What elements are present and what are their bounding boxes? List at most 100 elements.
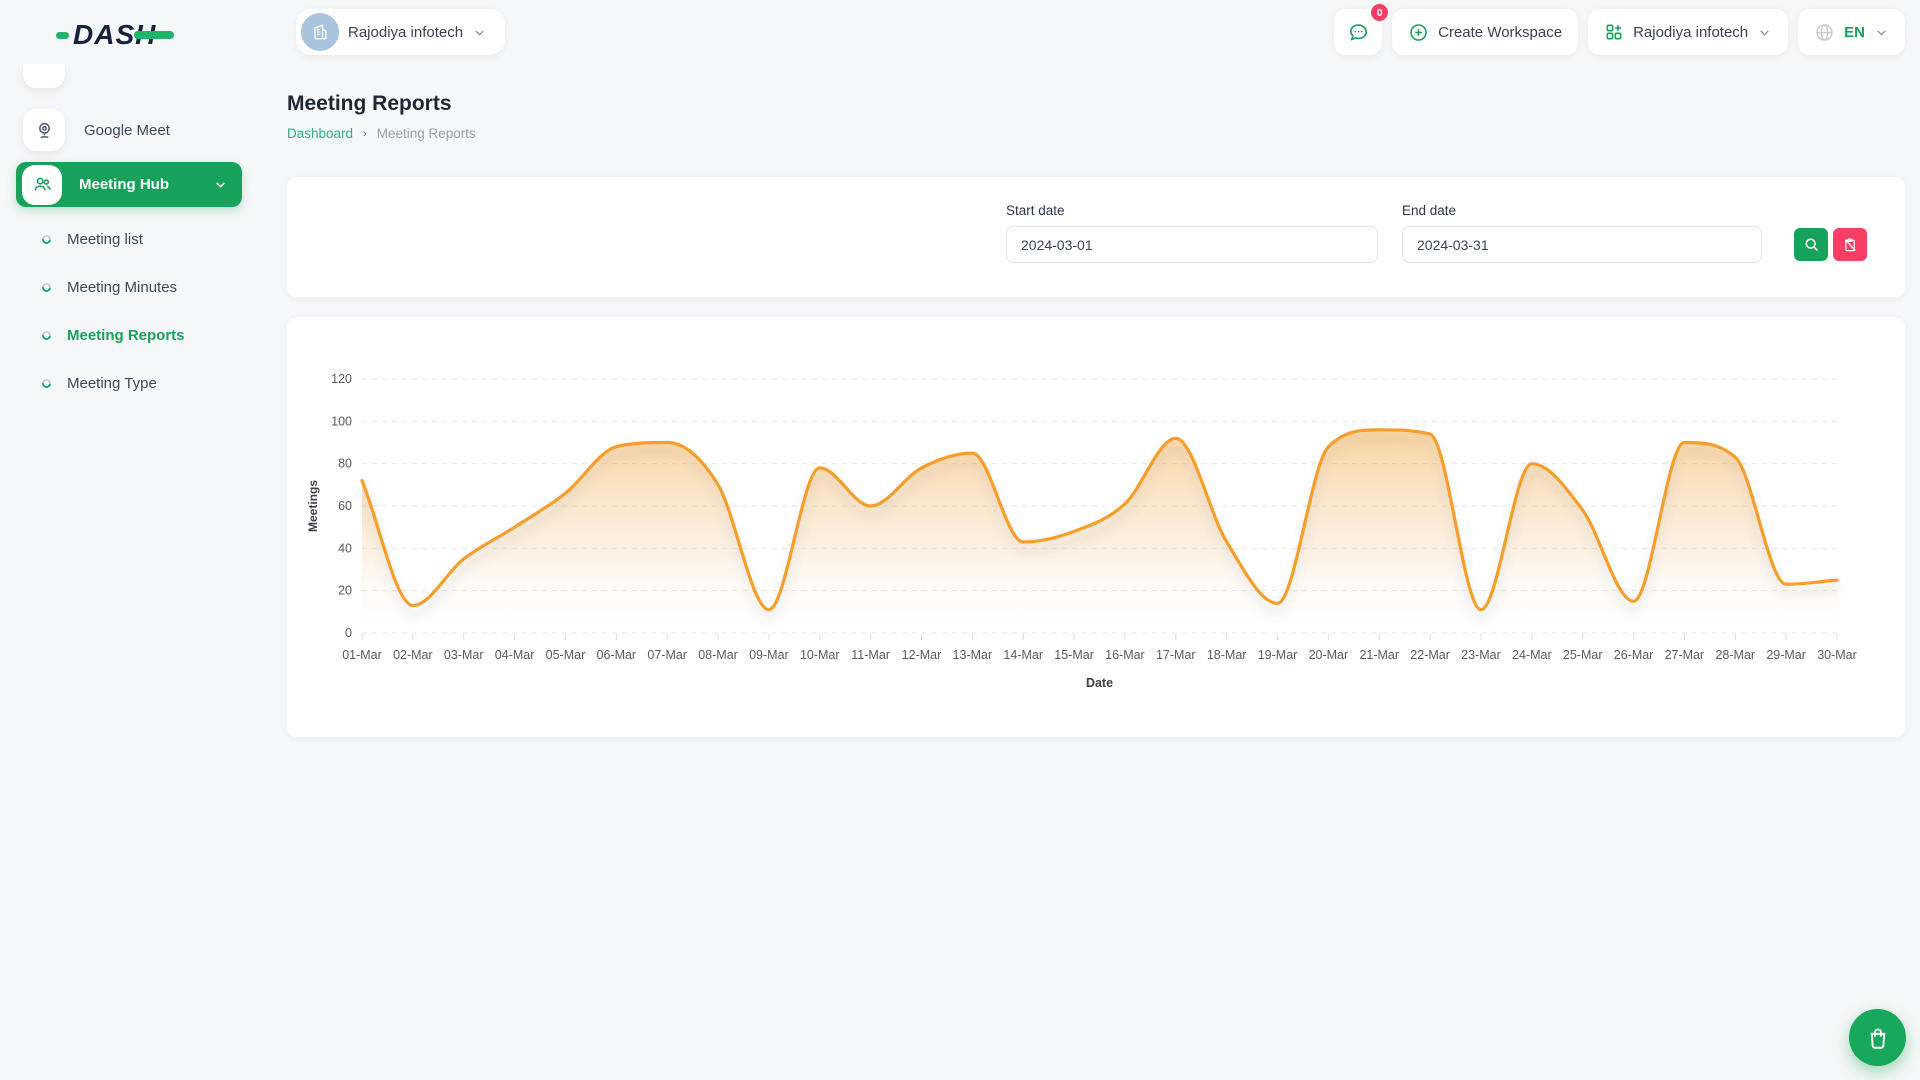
building-icon bbox=[310, 22, 330, 42]
svg-text:22-Mar: 22-Mar bbox=[1410, 648, 1450, 662]
sidebar-subitem-meeting-type[interactable]: Meeting Type bbox=[0, 359, 262, 407]
chevron-down-icon bbox=[472, 25, 487, 40]
sidebar-item-google-meet[interactable]: Google Meet bbox=[0, 106, 262, 154]
svg-text:0: 0 bbox=[345, 626, 352, 640]
sidebar-item-label: Meeting Hub bbox=[79, 176, 196, 193]
sidebar-item-label: Meeting Type bbox=[67, 375, 157, 392]
svg-text:18-Mar: 18-Mar bbox=[1207, 648, 1247, 662]
svg-text:20: 20 bbox=[338, 584, 352, 598]
svg-text:30-Mar: 30-Mar bbox=[1817, 648, 1857, 662]
filter-buttons bbox=[1794, 228, 1867, 261]
sidebar-subitem-meeting-list[interactable]: Meeting list bbox=[0, 215, 262, 263]
svg-text:Date: Date bbox=[1086, 676, 1113, 690]
svg-text:09-Mar: 09-Mar bbox=[749, 648, 789, 662]
breadcrumb-current: Meeting Reports bbox=[377, 126, 476, 141]
sidebar-subitem-meeting-minutes[interactable]: Meeting Minutes bbox=[0, 263, 262, 311]
svg-text:Meetings: Meetings bbox=[306, 480, 320, 532]
end-date-label: End date bbox=[1402, 203, 1762, 218]
svg-text:29-Mar: 29-Mar bbox=[1766, 648, 1806, 662]
shopping-bag-icon bbox=[1865, 1025, 1891, 1051]
svg-text:05-Mar: 05-Mar bbox=[546, 648, 586, 662]
chat-bubble-icon bbox=[1347, 21, 1370, 44]
svg-text:20-Mar: 20-Mar bbox=[1309, 648, 1349, 662]
messages-button[interactable]: 0 bbox=[1334, 9, 1382, 55]
breadcrumb-separator: › bbox=[363, 128, 367, 140]
users-icon bbox=[22, 165, 62, 205]
svg-text:23-Mar: 23-Mar bbox=[1461, 648, 1501, 662]
svg-text:11-Mar: 11-Mar bbox=[851, 648, 890, 662]
start-date-input[interactable] bbox=[1006, 226, 1378, 263]
breadcrumb-dashboard-link[interactable]: Dashboard bbox=[287, 126, 353, 141]
sidebar-item-label: Meeting Minutes bbox=[67, 279, 177, 296]
sidebar-nav: Google Meet Meeting Hub Meeting list Mee… bbox=[0, 64, 262, 1080]
report-filter-card: Start date End date bbox=[287, 177, 1905, 297]
app-logo[interactable]: DASH bbox=[56, 18, 174, 52]
svg-text:14-Mar: 14-Mar bbox=[1003, 648, 1043, 662]
sidebar-item-label: Google Meet bbox=[84, 122, 232, 139]
workspace-name: Rajodiya infotech bbox=[348, 24, 463, 41]
plus-circle-icon bbox=[1408, 22, 1429, 43]
svg-text:17-Mar: 17-Mar bbox=[1156, 648, 1196, 662]
create-workspace-button[interactable]: Create Workspace bbox=[1392, 9, 1578, 55]
page-title: Meeting Reports bbox=[287, 92, 1905, 116]
messages-count-badge: 0 bbox=[1370, 3, 1389, 22]
language-menu[interactable]: EN bbox=[1798, 9, 1905, 55]
svg-text:80: 80 bbox=[338, 457, 352, 471]
clipboard-off-icon bbox=[1842, 237, 1858, 253]
start-date-label: Start date bbox=[1006, 203, 1378, 218]
language-label: EN bbox=[1844, 24, 1865, 41]
sidebar-item-label: Meeting Reports bbox=[67, 327, 185, 344]
chevron-down-icon bbox=[213, 177, 228, 192]
svg-text:26-Mar: 26-Mar bbox=[1614, 648, 1654, 662]
search-button[interactable] bbox=[1794, 228, 1828, 261]
search-icon bbox=[1803, 236, 1820, 253]
end-date-input[interactable] bbox=[1402, 226, 1762, 263]
svg-text:100: 100 bbox=[331, 414, 352, 428]
company-menu-label: Rajodiya infotech bbox=[1633, 24, 1748, 41]
svg-text:120: 120 bbox=[331, 372, 352, 386]
main-content: Meeting Reports Dashboard › Meeting Repo… bbox=[287, 64, 1905, 737]
svg-text:28-Mar: 28-Mar bbox=[1715, 648, 1755, 662]
bullet-icon bbox=[40, 233, 53, 246]
bullet-icon bbox=[40, 281, 53, 294]
svg-text:03-Mar: 03-Mar bbox=[444, 648, 484, 662]
bullet-icon bbox=[40, 329, 53, 342]
svg-text:13-Mar: 13-Mar bbox=[953, 648, 993, 662]
svg-text:15-Mar: 15-Mar bbox=[1054, 648, 1094, 662]
meetings-area-chart: 02040608010012001-Mar02-Mar03-Mar04-Mar0… bbox=[287, 317, 1905, 737]
svg-text:08-Mar: 08-Mar bbox=[698, 648, 738, 662]
bullet-icon bbox=[40, 377, 53, 390]
svg-text:40: 40 bbox=[338, 541, 352, 555]
globe-icon bbox=[1814, 22, 1835, 43]
svg-text:04-Mar: 04-Mar bbox=[495, 648, 535, 662]
buy-now-fab[interactable] bbox=[1849, 1009, 1906, 1066]
breadcrumb: Dashboard › Meeting Reports bbox=[287, 126, 1905, 141]
webcam-icon bbox=[23, 109, 65, 151]
reset-button[interactable] bbox=[1833, 228, 1867, 261]
svg-text:24-Mar: 24-Mar bbox=[1512, 648, 1552, 662]
workspace-avatar bbox=[301, 13, 339, 51]
sidebar-subitem-meeting-reports[interactable]: Meeting Reports bbox=[0, 311, 262, 359]
top-header: DASH Rajodiya infotech 0 Create Worksp bbox=[0, 0, 1920, 64]
sidebar-item-clipped-top bbox=[23, 64, 65, 88]
svg-text:60: 60 bbox=[338, 499, 352, 513]
sidebar-item-meeting-hub[interactable]: Meeting Hub bbox=[16, 162, 242, 207]
header-actions: 0 Create Workspace Rajodiya infotech EN bbox=[1334, 9, 1905, 55]
chevron-down-icon bbox=[1757, 25, 1772, 40]
end-date-field: End date bbox=[1402, 203, 1762, 263]
svg-text:10-Mar: 10-Mar bbox=[800, 648, 840, 662]
company-menu[interactable]: Rajodiya infotech bbox=[1588, 9, 1788, 55]
logo-bar-icon bbox=[134, 31, 174, 39]
svg-text:06-Mar: 06-Mar bbox=[597, 648, 637, 662]
svg-text:12-Mar: 12-Mar bbox=[902, 648, 942, 662]
svg-text:27-Mar: 27-Mar bbox=[1665, 648, 1705, 662]
chevron-down-icon bbox=[1874, 25, 1889, 40]
svg-text:02-Mar: 02-Mar bbox=[393, 648, 433, 662]
sidebar-item-label: Meeting list bbox=[67, 231, 143, 248]
create-workspace-label: Create Workspace bbox=[1438, 24, 1562, 41]
grid-plus-icon bbox=[1604, 22, 1624, 42]
start-date-field: Start date bbox=[1006, 203, 1378, 263]
svg-text:07-Mar: 07-Mar bbox=[647, 648, 687, 662]
svg-text:21-Mar: 21-Mar bbox=[1359, 648, 1399, 662]
workspace-switcher[interactable]: Rajodiya infotech bbox=[296, 9, 505, 55]
